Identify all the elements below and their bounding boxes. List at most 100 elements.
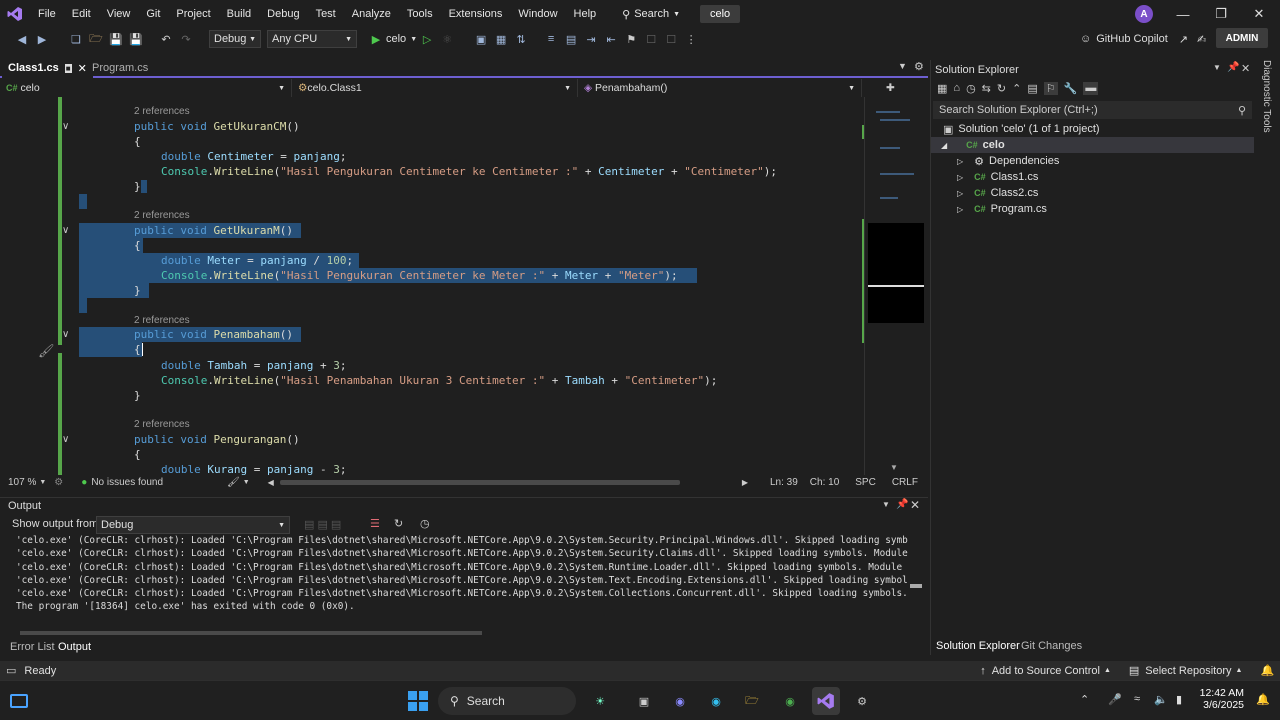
tab-solution-explorer[interactable]: Solution Explorer (936, 640, 1020, 652)
tree-item-class1[interactable]: ▷ C# Class1.cs (957, 169, 1038, 185)
wifi-icon[interactable]: ≈ (1134, 693, 1140, 705)
chrome-icon[interactable]: ◉ (776, 687, 804, 715)
solution-node[interactable]: ▣ Solution 'celo' (1 of 1 project) (943, 121, 1100, 137)
class-dropdown[interactable]: ⚙celo.Class1 ▼ (292, 79, 578, 97)
references-codelens[interactable]: 2 references (134, 210, 190, 221)
microphone-icon[interactable]: 🎤 (1108, 693, 1122, 706)
scroll-left-icon[interactable]: ◀ (268, 478, 274, 487)
account-avatar[interactable]: A (1135, 5, 1153, 23)
menu-window[interactable]: Window (510, 0, 565, 28)
run-target-label[interactable]: celo (386, 33, 406, 45)
code-minimap[interactable] (862, 97, 924, 475)
weather-widget-icon[interactable]: ☀ (586, 687, 614, 715)
task-view-icon[interactable]: ▣ (630, 687, 658, 715)
find-message-icon[interactable]: ▤ ▤ ▤ (304, 518, 341, 531)
tab-class1[interactable]: Class1.cs ■ ✕ (2, 58, 93, 78)
back-icon[interactable]: ◀ (13, 30, 31, 48)
volume-icon[interactable]: 🔈 (1154, 693, 1168, 706)
panel-menu-chevron-icon[interactable]: ▼ (1213, 63, 1221, 72)
notifications-icon[interactable]: 🔔 (1260, 664, 1274, 677)
toolbar-overflow-icon[interactable]: ⋮ (682, 30, 700, 48)
pin-icon[interactable]: 📌 (1227, 62, 1239, 73)
menu-edit[interactable]: Edit (64, 0, 99, 28)
close-panel-icon[interactable]: ✕ (910, 498, 920, 512)
menu-analyze[interactable]: Analyze (344, 0, 399, 28)
zoom-level[interactable]: 107 % (8, 477, 36, 488)
forward-icon[interactable]: ▶ (33, 30, 51, 48)
collapse-chevron-icon[interactable]: ∨ (62, 434, 69, 445)
hot-reload-icon[interactable]: ⚛ (438, 30, 456, 48)
undo-icon[interactable]: ↶ (157, 30, 175, 48)
edge-icon[interactable]: ◉ (702, 687, 730, 715)
tab-list-chevron-icon[interactable]: ▼ (898, 61, 907, 71)
scrollbar-track[interactable] (864, 97, 865, 475)
refresh-icon[interactable]: ↻ (997, 82, 1006, 95)
desktop-icon[interactable] (5, 687, 33, 715)
outdent-icon[interactable]: ⇤ (602, 30, 620, 48)
code-editor[interactable]: 🖌 2 references ∨ public void GetUkuranCM… (0, 97, 928, 475)
comment-icon[interactable]: ▤ (562, 30, 580, 48)
windows-start-icon[interactable] (404, 687, 432, 715)
output-source-select[interactable]: Debug ▼ (96, 516, 290, 534)
tab-error-list[interactable]: Error List (10, 641, 55, 653)
references-codelens[interactable]: 2 references (134, 315, 190, 326)
horizontal-scrollbar[interactable] (279, 480, 680, 485)
filter-icon[interactable]: ⚐ (1043, 82, 1058, 95)
tree-item-program[interactable]: ▷ C# Program.cs (957, 201, 1047, 217)
open-folder-icon[interactable]: 🗁 (87, 30, 105, 48)
save-all-icon[interactable]: 💾 (127, 30, 145, 48)
visual-studio-logo-icon[interactable] (0, 0, 30, 28)
collapse-chevron-icon[interactable]: ∨ (62, 225, 69, 236)
split-editor-icon[interactable]: ✚ (886, 82, 895, 94)
word-wrap-icon[interactable]: ↻ (394, 517, 403, 530)
show-all-files-icon[interactable]: ▤ (1027, 82, 1037, 95)
minimap-viewport[interactable] (868, 223, 924, 323)
project-dropdown[interactable]: C# celo ▼ (0, 79, 292, 97)
layout-icon[interactable]: ▦ (492, 30, 510, 48)
close-panel-icon[interactable]: ✕ (1241, 62, 1250, 75)
clock[interactable]: 12:42 AM 3/6/2025 (1198, 687, 1244, 711)
collapse-chevron-icon[interactable]: ∨ (62, 329, 69, 340)
pin-icon[interactable]: ■ (64, 63, 72, 73)
intellicode-icon[interactable]: ⚙ (54, 477, 63, 488)
app-icon[interactable]: ⚙ (848, 687, 876, 715)
timestamp-icon[interactable]: ◷ (420, 517, 430, 530)
indent-icon[interactable]: ⇥ (582, 30, 600, 48)
whitespace-indicator[interactable]: SPC (855, 477, 876, 488)
scroll-down-icon[interactable]: ▼ (890, 463, 898, 472)
select-repository-button[interactable]: Select Repository (1145, 665, 1231, 677)
menu-project[interactable]: Project (168, 0, 218, 28)
bookmark-prev-icon[interactable]: ☐ (642, 30, 660, 48)
panel-menu-chevron-icon[interactable]: ▼ (882, 500, 890, 509)
file-explorer-icon[interactable]: 🗁 (738, 687, 766, 715)
output-horizontal-scrollbar[interactable] (20, 631, 482, 635)
menu-git[interactable]: Git (138, 0, 168, 28)
code-cleanup-icon[interactable]: 🖌 (227, 477, 240, 488)
menu-extensions[interactable]: Extensions (441, 0, 511, 28)
add-source-control-button[interactable]: Add to Source Control (992, 665, 1100, 677)
collapse-chevron-icon[interactable]: ∨ (62, 121, 69, 132)
member-dropdown[interactable]: ◈ Penambaham() ▼ (578, 79, 862, 97)
tree-item-class2[interactable]: ▷ C# Class2.cs (957, 185, 1038, 201)
line-ending-indicator[interactable]: CRLF (892, 477, 918, 488)
battery-icon[interactable]: ▮ (1176, 693, 1182, 706)
show-hidden-icons-chevron[interactable]: ⌃ (1080, 693, 1089, 706)
format-icon[interactable]: ≡ (542, 30, 560, 48)
share-icon[interactable]: ↗ (1179, 33, 1188, 46)
new-item-icon[interactable]: ❏ (67, 30, 85, 48)
platform-select[interactable]: Any CPU ▼ (267, 30, 357, 48)
scroll-right-icon[interactable]: ▶ (742, 478, 748, 487)
pending-changes-icon[interactable]: ◷ (966, 82, 976, 95)
restore-button[interactable]: ❐ (1202, 0, 1240, 28)
switch-views-icon[interactable]: ⇆ (982, 82, 991, 95)
properties-icon[interactable]: 🔧 (1064, 82, 1078, 95)
close-window-button[interactable]: ✕ (1240, 0, 1278, 28)
tab-git-changes[interactable]: Git Changes (1021, 640, 1082, 652)
feedback-icon[interactable]: ✍ (1197, 33, 1206, 46)
diagnostic-tools-sidebar[interactable]: Diagnostic Tools (1256, 60, 1280, 655)
clear-all-icon[interactable]: ☰ (370, 517, 380, 530)
menu-build[interactable]: Build (219, 0, 259, 28)
notification-center-icon[interactable]: 🔔 (1256, 693, 1270, 706)
references-codelens[interactable]: 2 references (134, 106, 190, 117)
bookmark-next-icon[interactable]: ☐ (662, 30, 680, 48)
